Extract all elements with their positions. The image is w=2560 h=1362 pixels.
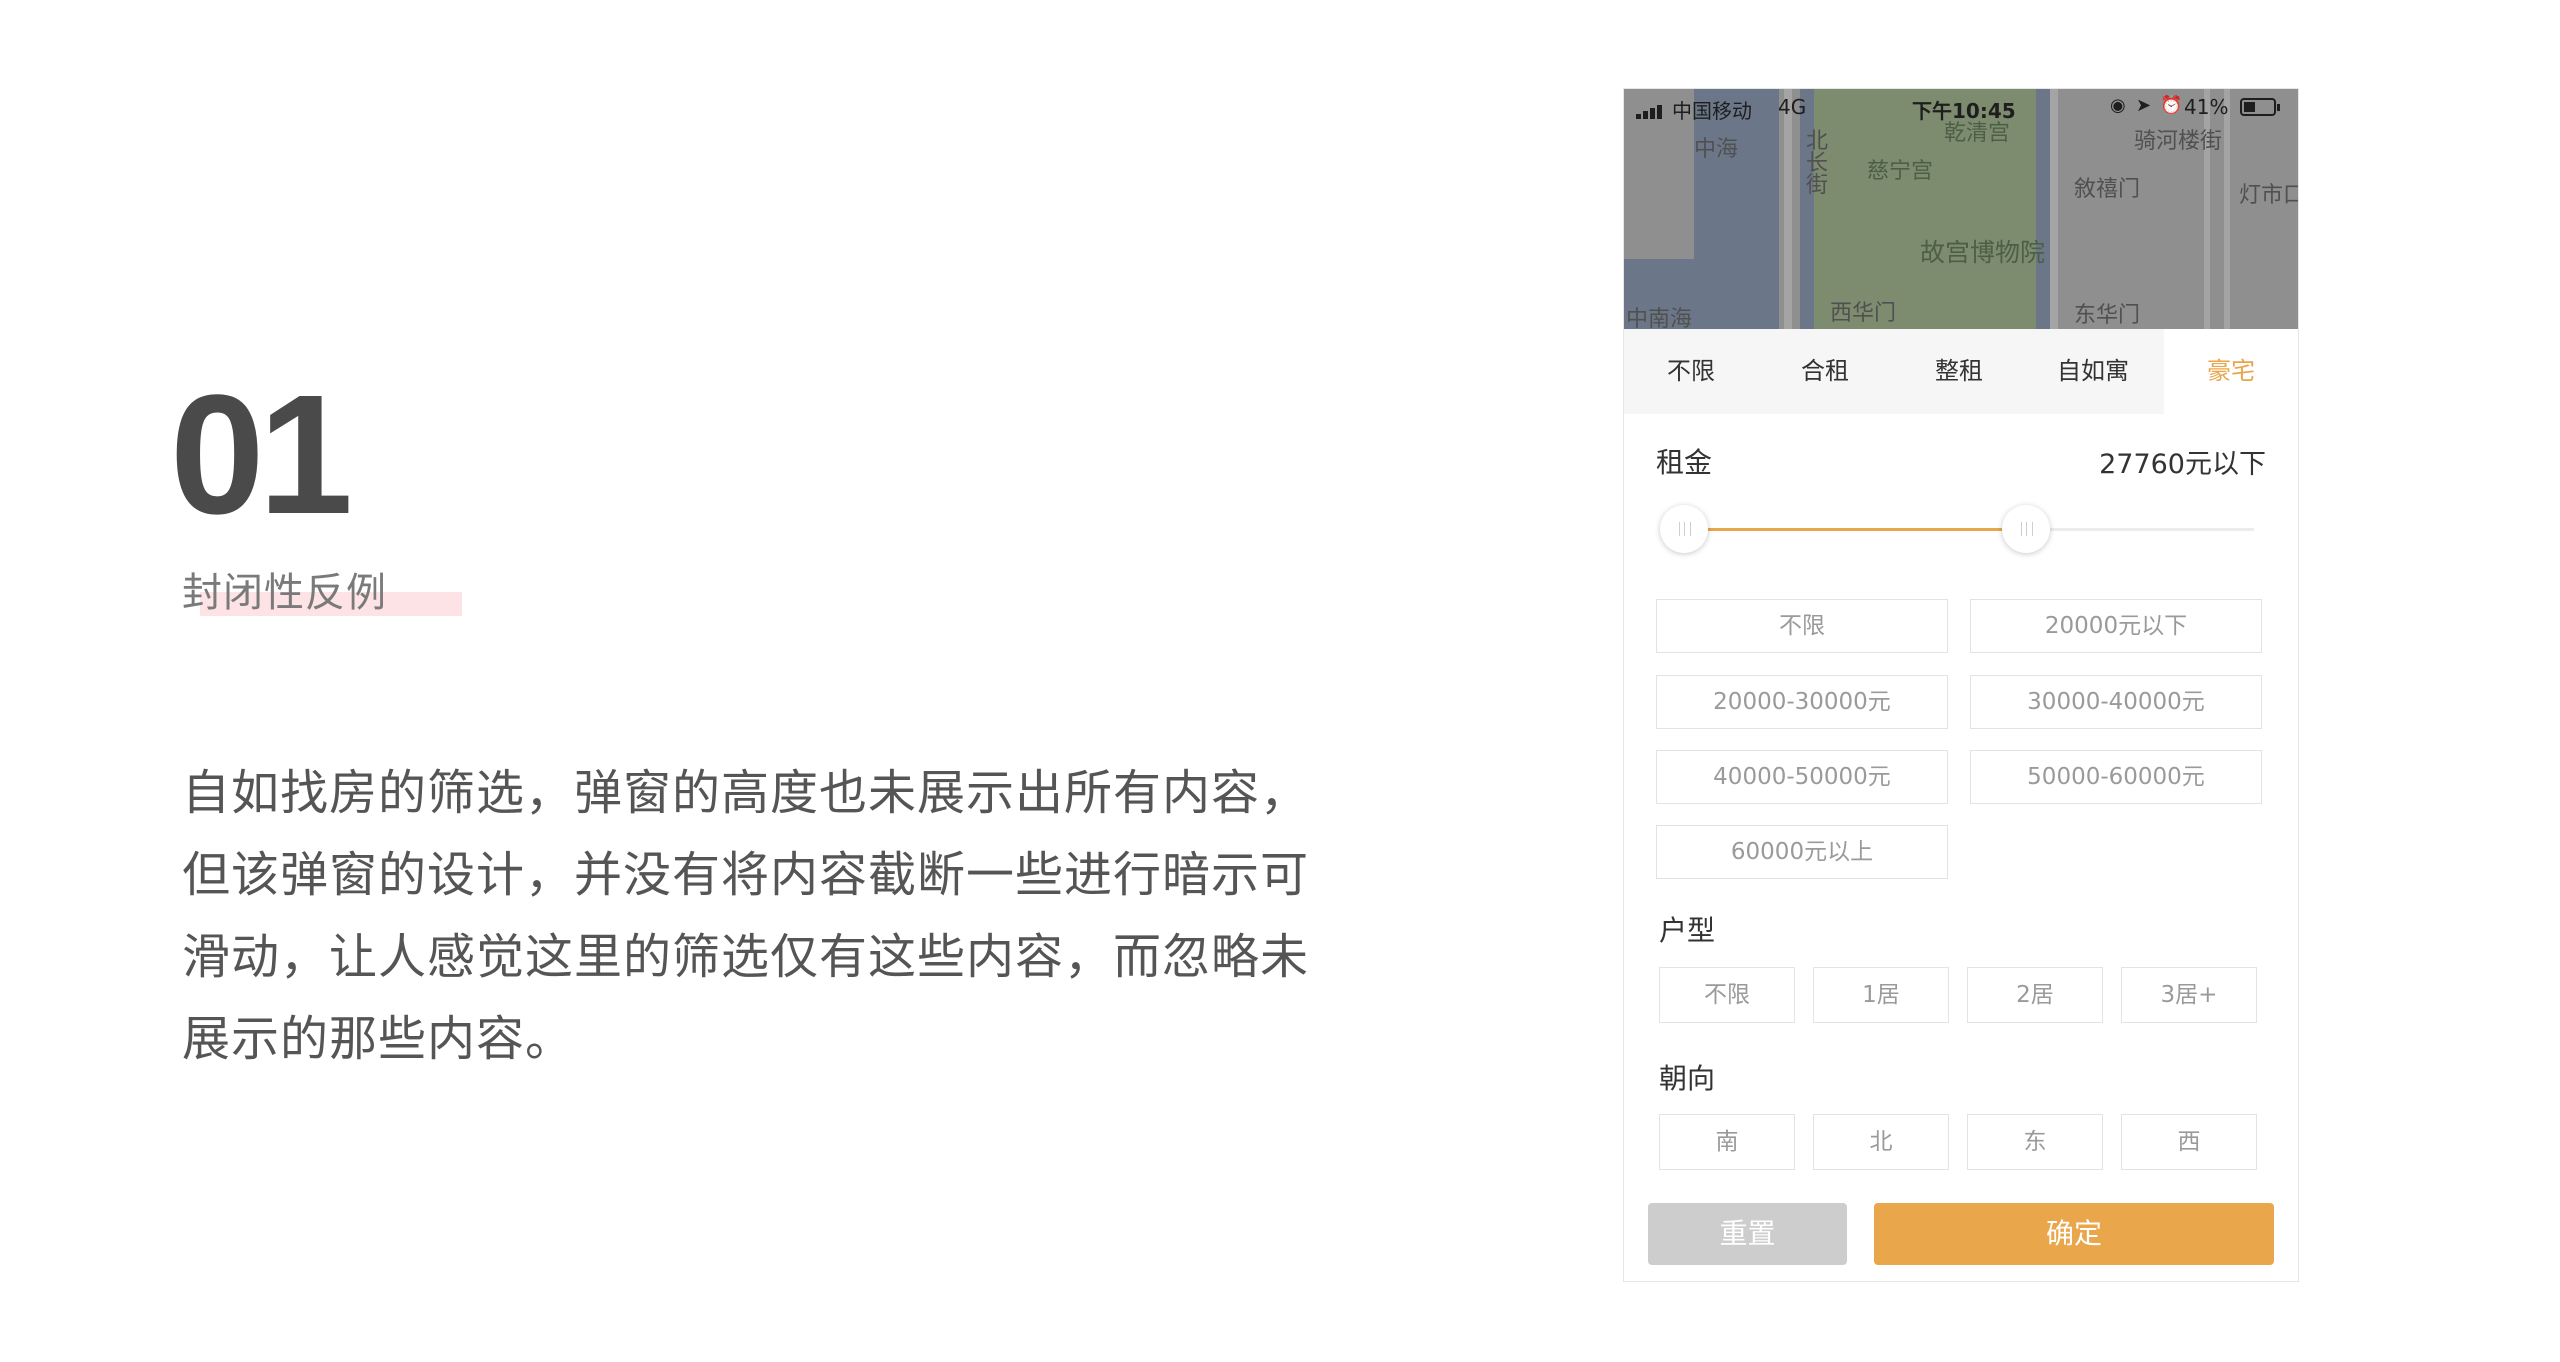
rent-title: 租金 — [1656, 446, 1713, 479]
map-label: 中南海 — [1626, 307, 1693, 329]
room-type-option[interactable]: 不限 — [1659, 967, 1795, 1023]
tab-shared[interactable]: 合租 — [1758, 329, 1892, 414]
orientation-option[interactable]: 西 — [2121, 1114, 2257, 1170]
orientation-option[interactable]: 北 — [1813, 1114, 1949, 1170]
slide-description: 自如找房的筛选，弹窗的高度也未展示出所有内容， 但该弹窗的设计，并没有将内容截断… — [182, 752, 1332, 1080]
location-arrow-icon: ➤ — [2136, 95, 2152, 116]
rent-slider-track[interactable] — [1684, 528, 2254, 531]
map-label: 敘禧门 — [2074, 177, 2141, 202]
rent-slider-max-handle[interactable] — [2002, 505, 2050, 553]
rent-option[interactable]: 50000-60000元 — [1970, 750, 2262, 804]
rent-option[interactable]: 20000-30000元 — [1656, 675, 1948, 729]
battery-percent: 41% — [2184, 95, 2229, 119]
carrier-name: 中国移动 — [1672, 99, 1752, 123]
room-type-option[interactable]: 2居 — [1967, 967, 2103, 1023]
rent-option[interactable]: 20000元以下 — [1970, 599, 2262, 653]
map-label: 慈宁宫 — [1867, 159, 1934, 184]
map-label: 北长街 — [1806, 129, 1829, 198]
orientation-option[interactable]: 南 — [1659, 1114, 1795, 1170]
map-view[interactable]: 中海 北长街 乾清宫 慈宁宫 骑河楼街 敘禧门 灯市口 故宫博物院 中南海 西华… — [1624, 89, 2298, 329]
orientation-option[interactable]: 东 — [1967, 1114, 2103, 1170]
rent-option[interactable]: 60000元以上 — [1656, 825, 1948, 879]
description-line: 展示的那些内容。 — [182, 1011, 575, 1067]
rent-option[interactable]: 40000-50000元 — [1656, 750, 1948, 804]
map-label: 中海 — [1694, 137, 1739, 162]
map-label: 灯市口 — [2239, 183, 2298, 208]
type-tabs: 不限 合租 整租 自如寓 豪宅 — [1624, 329, 2298, 414]
description-line: 自如找房的筛选，弹窗的高度也未展示出所有内容， — [182, 765, 1310, 821]
slide-subtitle: 封闭性反例 — [182, 570, 387, 616]
phone-screenshot: 中海 北长街 乾清宫 慈宁宫 骑河楼街 敘禧门 灯市口 故宫博物院 中南海 西华… — [1623, 88, 2299, 1282]
slide-number: 01 — [170, 360, 353, 550]
battery-icon — [2240, 98, 2280, 116]
subtitle-block: 封闭性反例 — [182, 560, 462, 618]
description-line: 滑动，让人感觉这里的筛选仅有这些内容，而忽略未 — [182, 929, 1310, 985]
orientation-title: 朝向 — [1659, 1062, 1716, 1095]
map-label: 西华门 — [1830, 301, 1897, 326]
rotation-lock-icon: ◉ — [2110, 95, 2126, 116]
map-label: 东华门 — [2074, 303, 2141, 328]
network-type: 4G — [1778, 95, 1807, 119]
description-line: 但该弹窗的设计，并没有将内容截断一些进行暗示可 — [182, 847, 1310, 903]
reset-button[interactable]: 重置 — [1648, 1203, 1847, 1265]
signal-icon — [1636, 103, 1668, 119]
rent-option[interactable]: 30000-40000元 — [1970, 675, 2262, 729]
rent-value: 27760元以下 — [2099, 449, 2266, 480]
rent-option[interactable]: 不限 — [1656, 599, 1948, 653]
tab-luxury[interactable]: 豪宅 — [2164, 329, 2298, 414]
tab-entire[interactable]: 整租 — [1892, 329, 2026, 414]
rent-slider-min-handle[interactable] — [1660, 505, 1708, 553]
alarm-clock-icon: ⏰ — [2160, 95, 2183, 116]
tab-any[interactable]: 不限 — [1624, 329, 1758, 414]
rent-slider-range — [1684, 528, 2026, 531]
room-type-option[interactable]: 3居+ — [2121, 967, 2257, 1023]
tab-ziroom-apartment[interactable]: 自如寓 — [2026, 329, 2160, 414]
map-label: 故宫博物院 — [1920, 238, 2046, 267]
room-type-option[interactable]: 1居 — [1813, 967, 1949, 1023]
confirm-button[interactable]: 确定 — [1874, 1203, 2274, 1265]
room-type-title: 户型 — [1659, 914, 1716, 947]
status-time: 下午10:45 — [1912, 99, 2016, 123]
status-bar: 中国移动 4G 下午10:45 ◉ ➤ ⏰ 41% — [1624, 89, 2298, 129]
